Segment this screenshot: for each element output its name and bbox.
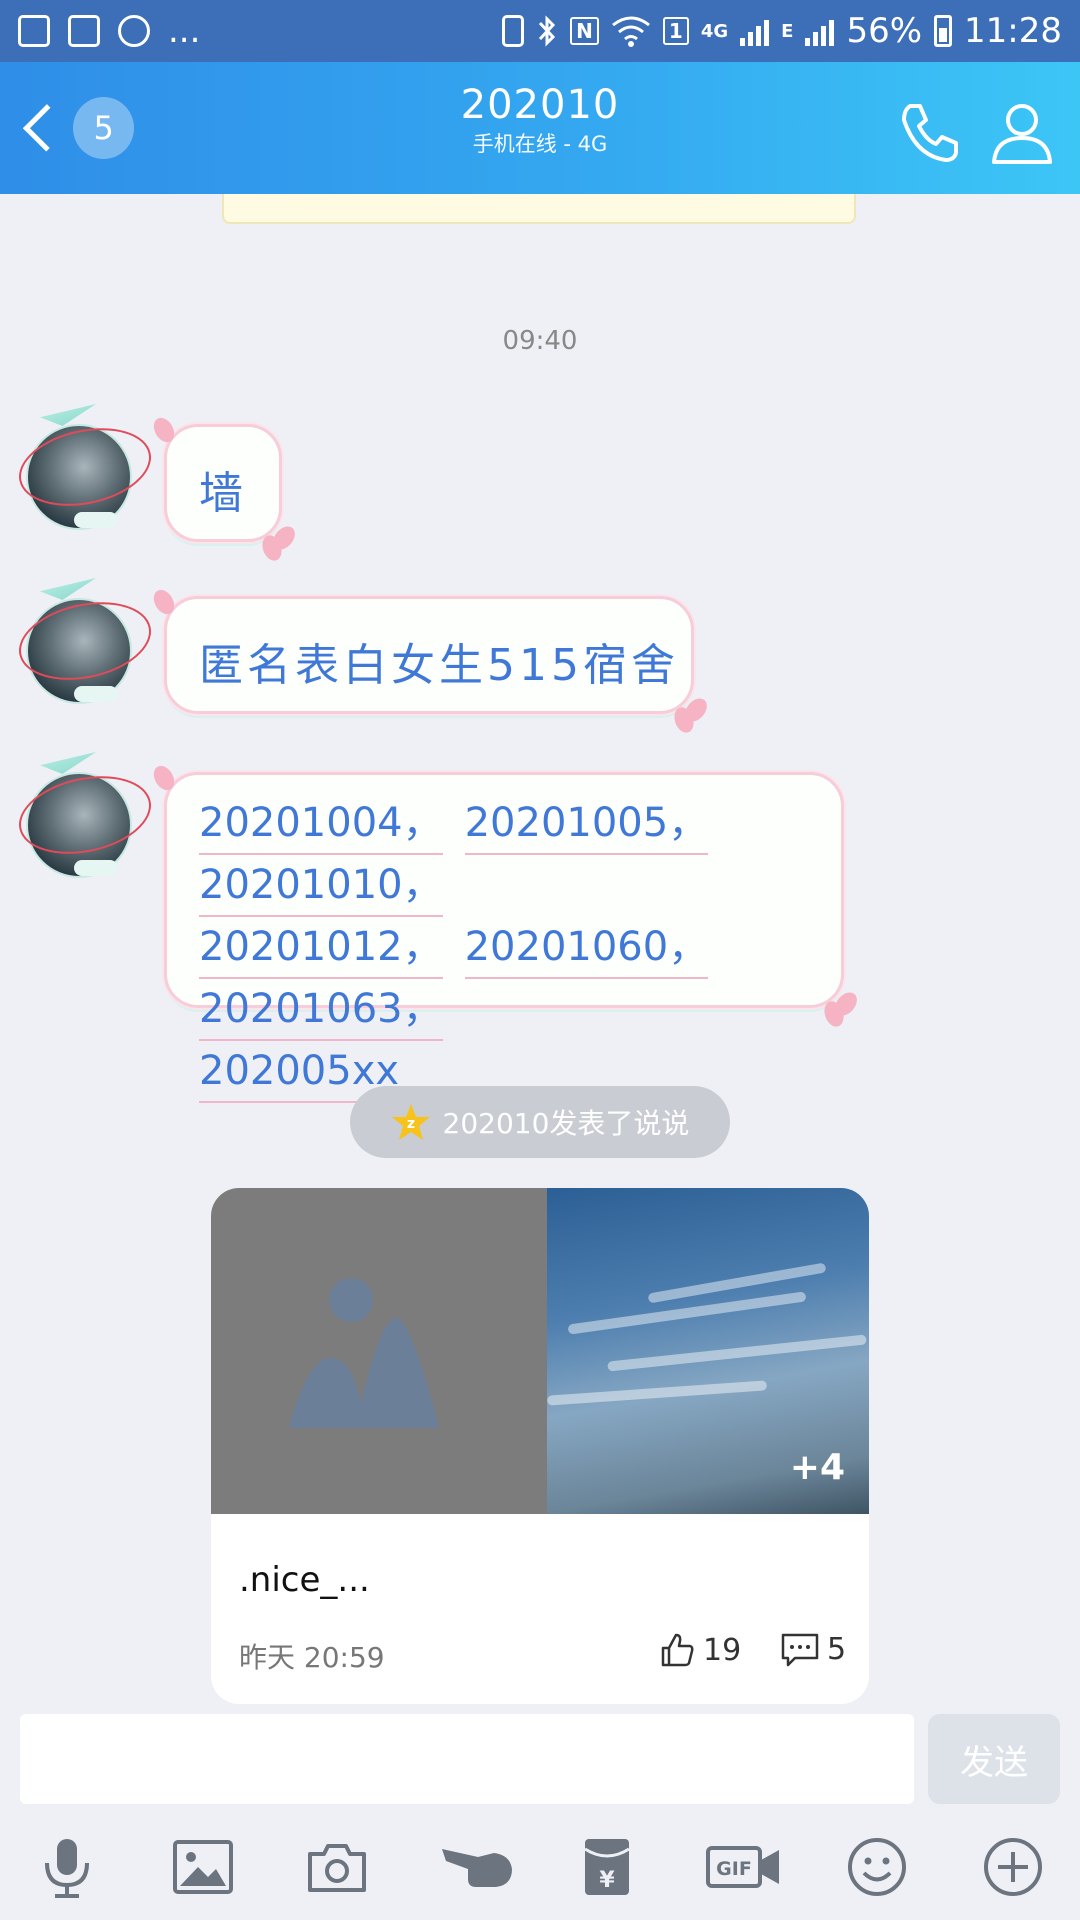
- gif-label: GIF: [716, 1858, 752, 1880]
- baidu-paw-icon: [68, 15, 100, 47]
- weather-icon: [118, 15, 150, 47]
- cloud-streak: [607, 1334, 867, 1372]
- network-e-label: E: [781, 20, 794, 42]
- poke-button[interactable]: [438, 1832, 518, 1902]
- battery-icon: [934, 15, 953, 47]
- student-id: 20201060，: [464, 917, 709, 979]
- image-icon: [173, 1840, 233, 1894]
- call-button[interactable]: [896, 98, 964, 166]
- plus-icon: [984, 1838, 1042, 1896]
- avatar[interactable]: [26, 598, 132, 704]
- signal-strength-icon: [740, 16, 770, 46]
- image-placeholder-icon: [289, 1278, 439, 1428]
- post-time: 昨天 20:59: [239, 1641, 385, 1674]
- wifi-icon: [611, 16, 650, 47]
- emoji-icon: [848, 1838, 906, 1896]
- message-text: 墙: [199, 468, 247, 519]
- student-id: 20201004，: [199, 793, 443, 855]
- camera-icon: [308, 1844, 366, 1892]
- post-title: .nice_...: [239, 1560, 370, 1600]
- student-id: 20201005，: [464, 793, 709, 855]
- phone-icon: [902, 104, 958, 162]
- message-bubble[interactable]: 墙: [149, 414, 300, 564]
- sky-photo[interactable]: +4: [546, 1188, 869, 1514]
- signal-strength-icon-2: [805, 16, 835, 46]
- camera-button[interactable]: [302, 1832, 372, 1902]
- voice-button[interactable]: [32, 1832, 102, 1902]
- microphone-icon: [45, 1839, 89, 1898]
- like-count[interactable]: 19: [659, 1632, 741, 1668]
- cloud-streak: [567, 1291, 807, 1335]
- composer: 发送: [0, 1710, 1080, 1812]
- qzone-feed-card[interactable]: +4 .nice_... 昨天 20:59 19 5: [211, 1188, 869, 1704]
- cloud-streak: [546, 1380, 768, 1406]
- qzone-post-notice[interactable]: z 202010发表了说说: [350, 1086, 730, 1158]
- input-toolbar: ¥ GIF: [0, 1812, 1080, 1920]
- image-button[interactable]: [168, 1832, 238, 1902]
- previous-message-bubble: [222, 194, 856, 224]
- gif-icon: GIF: [706, 1846, 779, 1888]
- paper-plane-decoration: [40, 404, 96, 426]
- flower-decoration: [149, 586, 179, 618]
- comment-count-value: 5: [827, 1632, 847, 1667]
- more-button[interactable]: [978, 1832, 1048, 1902]
- message-text: 匿名表白女生515宿舍: [199, 640, 679, 691]
- user-icon: [992, 104, 1052, 164]
- avatar[interactable]: [26, 772, 132, 878]
- message-line: 20201004， 20201005， 20201010，: [199, 793, 841, 917]
- send-button[interactable]: 发送: [928, 1714, 1060, 1804]
- sim-slot-badge: 1: [662, 17, 689, 45]
- poke-hand-icon: [442, 1849, 512, 1887]
- message-bubble[interactable]: 20201004， 20201005，20201010， 20201012， 202…: [149, 762, 862, 1103]
- clock: 11:28: [964, 11, 1062, 51]
- nfc-icon: N: [570, 17, 599, 45]
- student-id: 20201010，: [199, 855, 443, 917]
- battery-saver-icon: [502, 15, 525, 47]
- paper-plane-decoration: [40, 578, 96, 600]
- qzone-star-icon: z: [391, 1104, 430, 1140]
- paper-plane-decoration: [40, 752, 96, 774]
- notice-text: 202010发表了说说: [442, 1107, 690, 1140]
- message-timestamp: 09:40: [502, 326, 578, 356]
- thumbs-up-icon: [661, 1633, 694, 1667]
- red-packet-icon: ¥: [584, 1839, 630, 1895]
- comment-icon: [781, 1633, 819, 1666]
- gif-button[interactable]: GIF: [704, 1832, 784, 1902]
- avatar[interactable]: [26, 424, 132, 530]
- student-id: 20201012，: [199, 917, 443, 979]
- chat-header: 5 202010 手机在线 - 4G: [0, 62, 1080, 194]
- svg-text:¥: ¥: [599, 1868, 615, 1893]
- message-input[interactable]: [20, 1714, 914, 1804]
- comment-count[interactable]: 5: [781, 1632, 846, 1667]
- svg-text:z: z: [406, 1116, 414, 1132]
- more-photos-count: +4: [789, 1447, 845, 1488]
- flower-decoration: [149, 762, 179, 794]
- message-line: 20201012， 20201060， 20201063，: [199, 917, 841, 1041]
- message-list[interactable]: 09:40 墙 匿名表白女生515宿舍 20201004， 20201005，20…: [0, 194, 1080, 1710]
- student-id: 20201063，: [199, 979, 443, 1041]
- network-4g-label: 4G: [700, 20, 729, 42]
- gallery-notification-icon: [18, 15, 50, 47]
- battery-percent: 56%: [846, 11, 923, 51]
- emoji-button[interactable]: [842, 1832, 912, 1902]
- photo-placeholder[interactable]: [211, 1188, 547, 1514]
- like-count-value: 19: [703, 1632, 742, 1668]
- more-notifications-indicator: ...: [168, 11, 201, 51]
- profile-button[interactable]: [988, 98, 1056, 166]
- status-bar: ... N 1 4G E 56% 11:28: [0, 0, 1080, 62]
- bluetooth-icon: [539, 15, 556, 47]
- message-bubble[interactable]: 匿名表白女生515宿舍: [149, 586, 712, 736]
- red-packet-button[interactable]: ¥: [572, 1832, 642, 1902]
- flower-decoration: [149, 414, 179, 446]
